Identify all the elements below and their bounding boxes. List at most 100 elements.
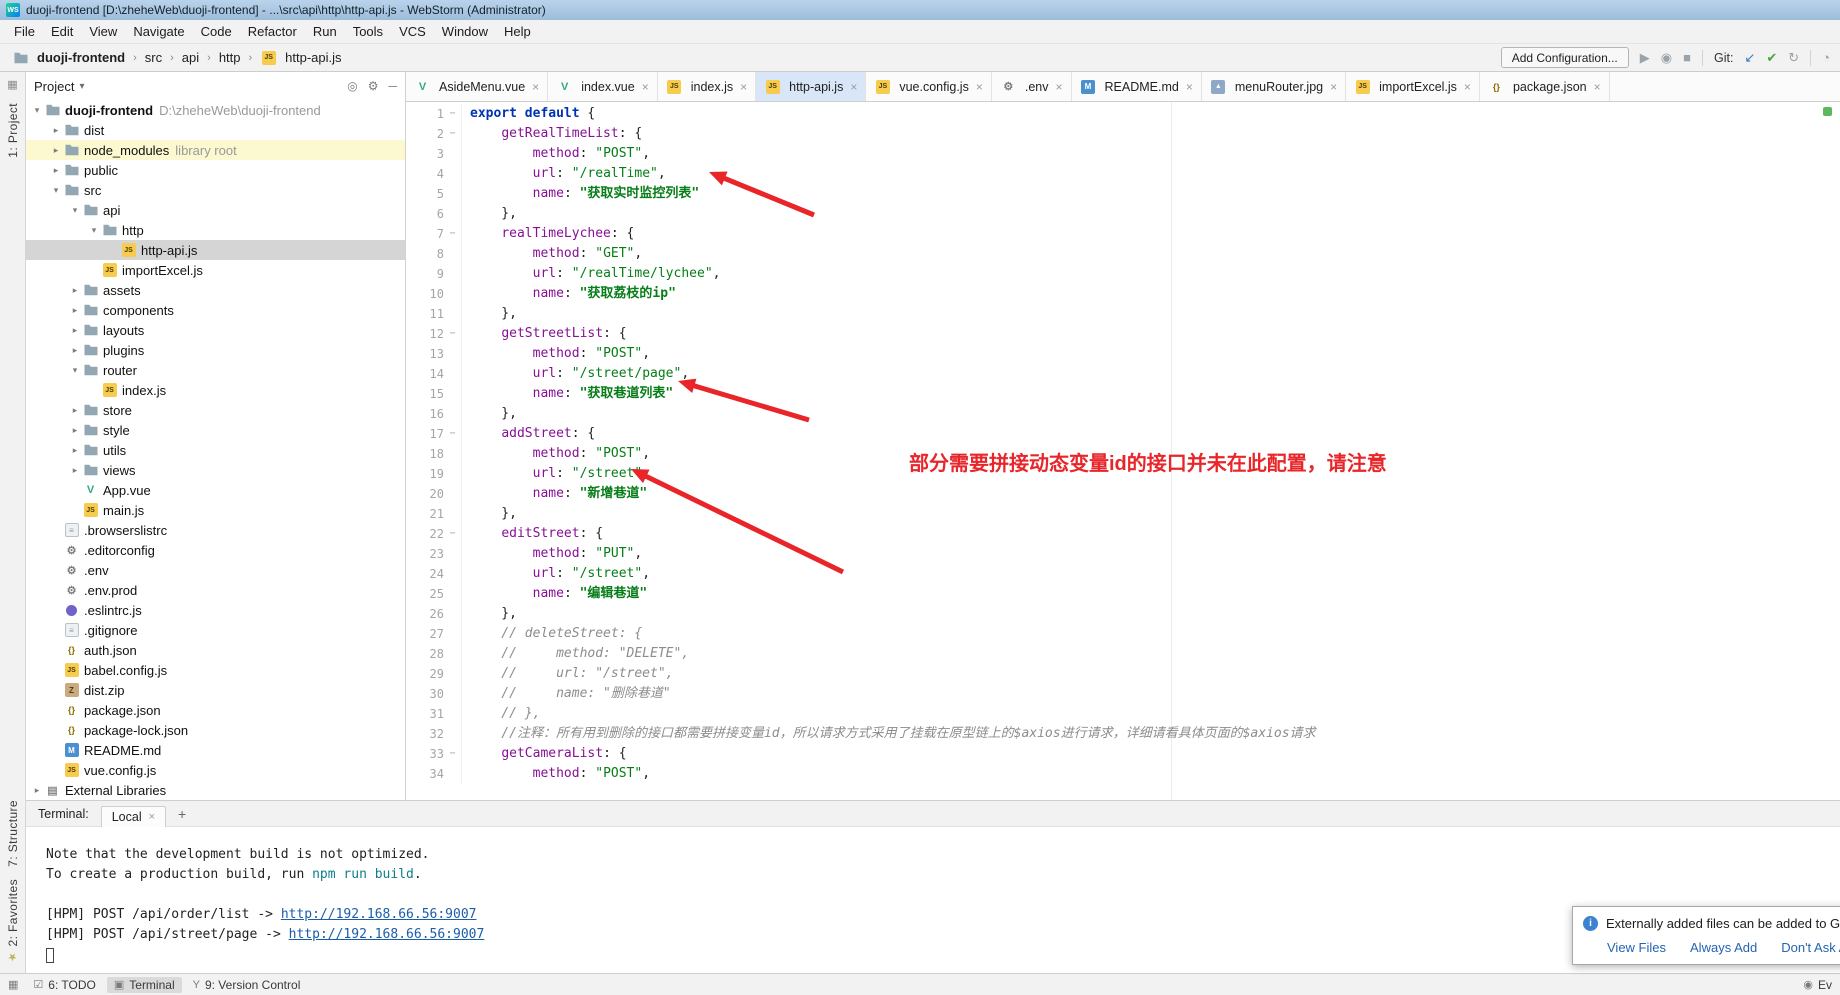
menu-navigate[interactable]: Navigate: [125, 22, 192, 41]
code-line[interactable]: 28 // method: "DELETE",: [406, 644, 1840, 664]
chevron-right-icon[interactable]: ▸: [68, 465, 82, 476]
code-line[interactable]: 12− getStreetList: {: [406, 324, 1840, 344]
line-number[interactable]: 13: [406, 344, 444, 364]
line-number[interactable]: 12: [406, 324, 444, 344]
fold-marker-icon[interactable]: −: [444, 324, 462, 344]
tree-item-auth-json[interactable]: {}auth.json: [26, 640, 405, 660]
close-terminal-tab-icon[interactable]: ×: [149, 811, 155, 823]
chevron-down-icon[interactable]: ▾: [30, 105, 44, 116]
tree-item-plugins[interactable]: ▸plugins: [26, 340, 405, 360]
close-tab-icon[interactable]: ×: [1464, 80, 1471, 94]
chevron-down-icon[interactable]: ▾: [49, 185, 63, 196]
terminal-tab-local[interactable]: Local ×: [101, 806, 166, 827]
chevron-right-icon[interactable]: ▸: [49, 165, 63, 176]
tree-item-main-js[interactable]: JSmain.js: [26, 500, 405, 520]
tree-item-public[interactable]: ▸public: [26, 160, 405, 180]
close-tab-icon[interactable]: ×: [532, 80, 539, 94]
editor-tab-index-vue[interactable]: Vindex.vue×: [548, 72, 658, 101]
git-commit-icon[interactable]: ✔: [1766, 51, 1777, 64]
line-number[interactable]: 20: [406, 484, 444, 504]
tree-item-duoji-frontend[interactable]: ▾duoji-frontendD:\zheheWeb\duoji-fronten…: [26, 100, 405, 120]
fold-marker-icon[interactable]: −: [444, 744, 462, 764]
tool-button-structure[interactable]: 7: Structure: [6, 800, 20, 867]
menu-refactor[interactable]: Refactor: [240, 22, 305, 41]
tree-item-editorconfig[interactable]: ⚙.editorconfig: [26, 540, 405, 560]
tree-item-babel-config-js[interactable]: JSbabel.config.js: [26, 660, 405, 680]
tree-item-views[interactable]: ▸views: [26, 460, 405, 480]
tree-item-style[interactable]: ▸style: [26, 420, 405, 440]
line-number[interactable]: 29: [406, 664, 444, 684]
tree-item-readme-md[interactable]: MREADME.md: [26, 740, 405, 760]
code-line[interactable]: 26 },: [406, 604, 1840, 624]
tree-item-dist[interactable]: ▸dist: [26, 120, 405, 140]
line-number[interactable]: 33: [406, 744, 444, 764]
line-number[interactable]: 1: [406, 104, 444, 124]
tree-item-vue-config-js[interactable]: JSvue.config.js: [26, 760, 405, 780]
tree-item-browserslistrc[interactable]: ≡.browserslistrc: [26, 520, 405, 540]
editor-tab-env[interactable]: ⚙.env×: [992, 72, 1072, 101]
line-number[interactable]: 7: [406, 224, 444, 244]
line-number[interactable]: 18: [406, 444, 444, 464]
chevron-down-icon[interactable]: ▾: [68, 205, 82, 216]
line-number[interactable]: 22: [406, 524, 444, 544]
notification-action-don-t-ask-agai[interactable]: Don't Ask Agai: [1781, 940, 1840, 955]
line-number[interactable]: 19: [406, 464, 444, 484]
line-number[interactable]: 11: [406, 304, 444, 324]
locate-file-icon[interactable]: ◎: [347, 79, 357, 93]
code-line[interactable]: 4 url: "/realTime",: [406, 164, 1840, 184]
line-number[interactable]: 14: [406, 364, 444, 384]
notification-action-always-add[interactable]: Always Add: [1690, 940, 1757, 955]
close-tab-icon[interactable]: ×: [850, 80, 857, 94]
terminal-link[interactable]: http://192.168.66.56:9007: [281, 907, 477, 922]
tree-item-api[interactable]: ▾api: [26, 200, 405, 220]
code-line[interactable]: 30 // name: "删除巷道": [406, 684, 1840, 704]
line-number[interactable]: 28: [406, 644, 444, 664]
editor-tab-http-api-js[interactable]: JShttp-api.js×: [756, 72, 866, 101]
line-number[interactable]: 27: [406, 624, 444, 644]
tree-item-http-api-js[interactable]: JShttp-api.js: [26, 240, 405, 260]
chevron-right-icon[interactable]: ▸: [68, 325, 82, 336]
close-tab-icon[interactable]: ×: [1594, 80, 1601, 94]
tree-item-store[interactable]: ▸store: [26, 400, 405, 420]
code-line[interactable]: 34 method: "POST",: [406, 764, 1840, 784]
breadcrumb-item-http[interactable]: http: [217, 50, 243, 65]
code-line[interactable]: 33− getCameraList: {: [406, 744, 1840, 764]
code-line[interactable]: 10 name: "获取荔枝的ip": [406, 284, 1840, 304]
line-number[interactable]: 5: [406, 184, 444, 204]
menu-view[interactable]: View: [81, 22, 125, 41]
code-line[interactable]: 32 //注释：所有用到删除的接口都需要拼接变量id，所以请求方式采用了挂载在原…: [406, 724, 1840, 744]
editor-tab-index-js[interactable]: JSindex.js×: [658, 72, 756, 101]
tree-item-external-libraries[interactable]: ▸▤External Libraries: [26, 780, 405, 800]
code-line[interactable]: 6 },: [406, 204, 1840, 224]
menu-tools[interactable]: Tools: [345, 22, 391, 41]
code-line[interactable]: 25 name: "编辑巷道": [406, 584, 1840, 604]
code-line[interactable]: 14 url: "/street/page",: [406, 364, 1840, 384]
hide-panel-icon[interactable]: ─: [388, 79, 397, 93]
close-tab-icon[interactable]: ×: [1055, 80, 1062, 94]
menu-edit[interactable]: Edit: [43, 22, 81, 41]
fold-marker-icon[interactable]: −: [444, 224, 462, 244]
event-log-icon[interactable]: ◉: [1803, 978, 1813, 991]
tree-item-app-vue[interactable]: VApp.vue: [26, 480, 405, 500]
fold-marker-icon[interactable]: −: [444, 124, 462, 144]
code-line[interactable]: 23 method: "PUT",: [406, 544, 1840, 564]
breadcrumb-item-src[interactable]: src: [143, 50, 164, 65]
tree-item-layouts[interactable]: ▸layouts: [26, 320, 405, 340]
line-number[interactable]: 25: [406, 584, 444, 604]
history-icon[interactable]: ◔: [1822, 51, 1830, 64]
code-line[interactable]: 8 method: "GET",: [406, 244, 1840, 264]
line-number[interactable]: 8: [406, 244, 444, 264]
tree-item-gitignore[interactable]: ≡.gitignore: [26, 620, 405, 640]
git-revert-icon[interactable]: ↻: [1788, 51, 1799, 64]
line-number[interactable]: 16: [406, 404, 444, 424]
menu-code[interactable]: Code: [193, 22, 240, 41]
chevron-right-icon[interactable]: ▸: [30, 785, 44, 796]
fold-marker-icon[interactable]: −: [444, 104, 462, 124]
close-tab-icon[interactable]: ×: [976, 80, 983, 94]
code-line[interactable]: 5 name: "获取实时监控列表": [406, 184, 1840, 204]
tree-item-env-prod[interactable]: ⚙.env.prod: [26, 580, 405, 600]
tool-button-favorites[interactable]: ★ 2: Favorites: [6, 879, 20, 963]
fold-marker-icon[interactable]: −: [444, 424, 462, 444]
code-line[interactable]: 16 },: [406, 404, 1840, 424]
menu-file[interactable]: File: [6, 22, 43, 41]
